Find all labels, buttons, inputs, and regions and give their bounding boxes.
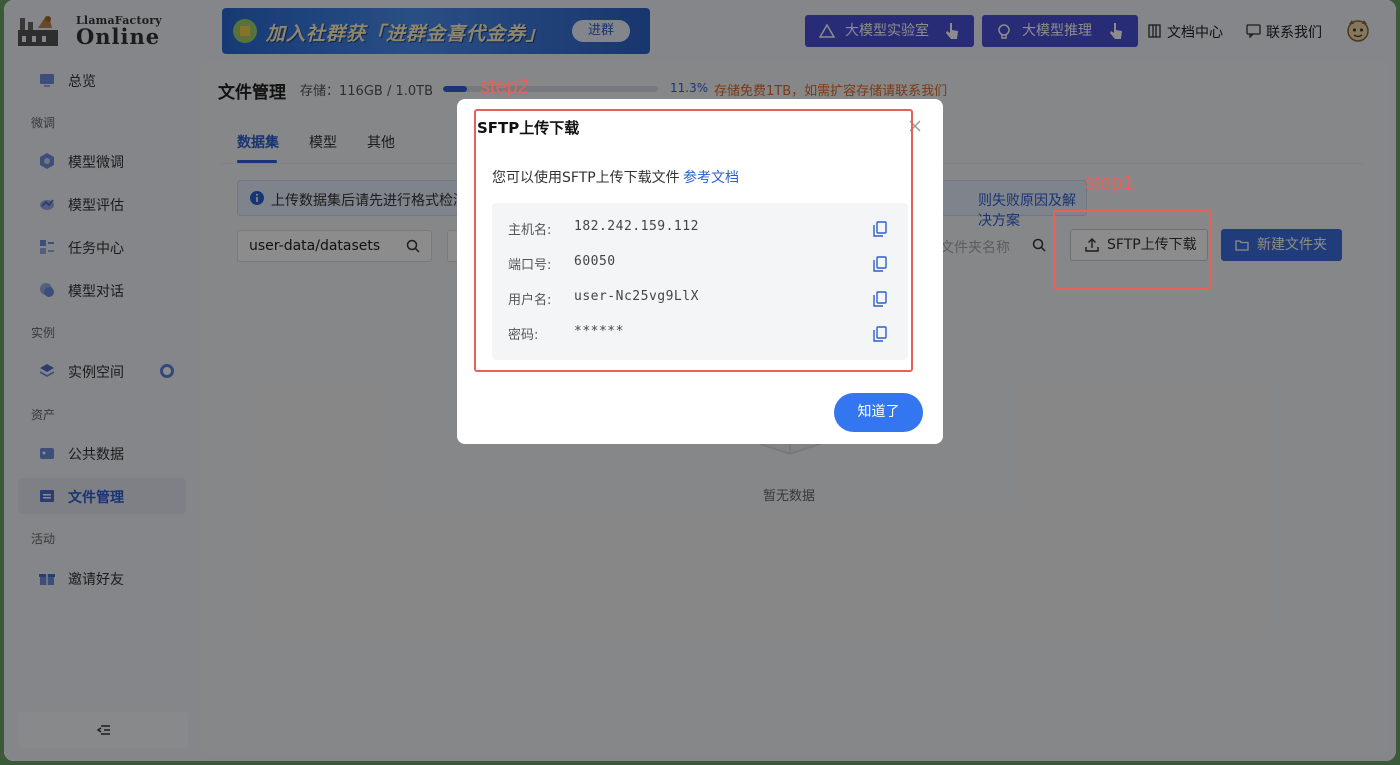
step2-label: step2 [480,76,529,98]
step1-highlight-box [1053,210,1212,290]
step2-highlight-box [474,109,913,372]
got-it-button[interactable]: 知道了 [834,393,923,432]
step1-label: step1 [1085,172,1134,194]
